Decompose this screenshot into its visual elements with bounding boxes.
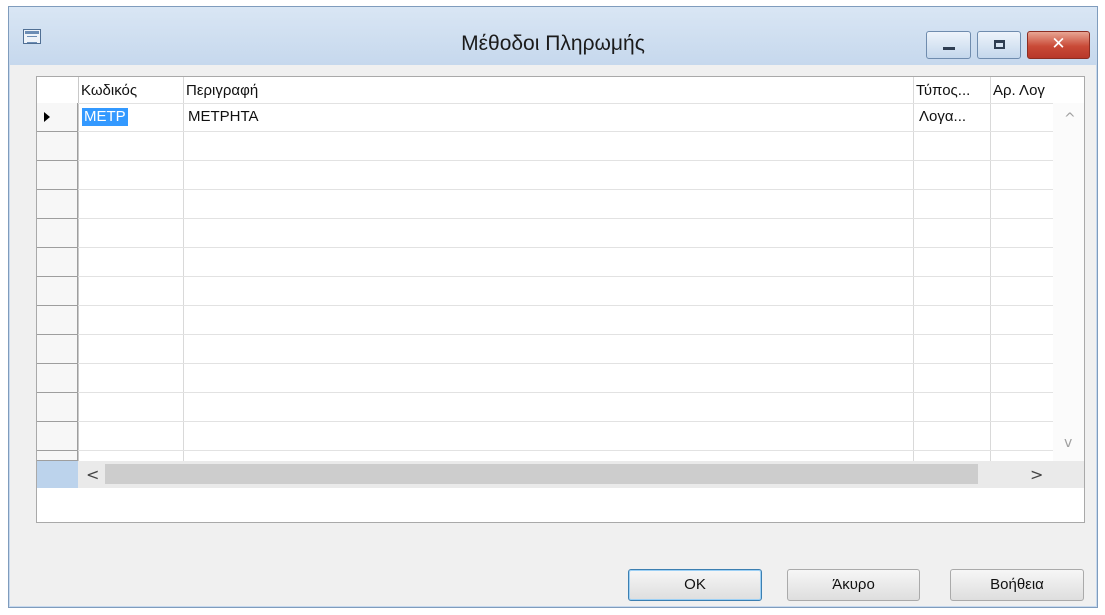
row-divider	[78, 131, 1053, 132]
row-divider	[78, 363, 1053, 364]
column-header-account[interactable]: Αρ. Λογ	[993, 77, 1053, 103]
title-bar[interactable]: Μέθοδοι Πληρωμής ✕	[9, 7, 1097, 65]
row-selector[interactable]	[37, 248, 78, 277]
row-divider	[78, 276, 1053, 277]
row-selector[interactable]	[37, 335, 78, 364]
row-selector[interactable]	[37, 132, 78, 161]
row-divider	[78, 421, 1053, 422]
maximize-icon	[994, 40, 1005, 49]
ok-button[interactable]: OK	[628, 569, 762, 601]
payment-methods-grid[interactable]: Κωδικός Περιγραφή Τύπος... Αρ. Λογ ΜΕΤΡ …	[36, 76, 1085, 523]
row-selector[interactable]	[37, 161, 78, 190]
row-selector[interactable]	[37, 306, 78, 335]
row-divider	[78, 247, 1053, 248]
close-icon: ✕	[1051, 34, 1066, 54]
current-row-pointer-icon	[44, 112, 50, 122]
vertical-scrollbar[interactable]: ^ v	[1053, 103, 1084, 461]
scroll-up-icon[interactable]: ^	[1064, 111, 1076, 127]
scroll-left-icon[interactable]: <	[86, 465, 99, 484]
row-divider	[78, 189, 1053, 190]
cell-type[interactable]: Λογα...	[919, 108, 966, 126]
cell-description[interactable]: ΜΕΤΡΗΤΑ	[188, 108, 259, 126]
column-divider	[913, 77, 914, 461]
close-button[interactable]: ✕	[1027, 31, 1090, 59]
row-selector[interactable]	[37, 219, 78, 248]
cell-code[interactable]: ΜΕΤΡ	[82, 108, 128, 126]
row-divider	[78, 103, 1053, 104]
horizontal-scrollbar[interactable]: < >	[78, 461, 1084, 488]
row-selector[interactable]	[37, 422, 78, 451]
minimize-icon	[943, 47, 955, 50]
grid-corner	[37, 461, 78, 488]
maximize-button[interactable]	[977, 31, 1021, 59]
row-selector[interactable]	[37, 277, 78, 306]
row-divider	[78, 334, 1053, 335]
dialog-window: Μέθοδοι Πληρωμής ✕ Κωδικός Περιγραφή Τύπ…	[8, 6, 1098, 608]
row-divider	[78, 160, 1053, 161]
dialog-body: Κωδικός Περιγραφή Τύπος... Αρ. Λογ ΜΕΤΡ …	[10, 65, 1096, 606]
column-header-type[interactable]: Τύπος...	[916, 77, 988, 103]
cancel-button[interactable]: Άκυρο	[787, 569, 920, 601]
scroll-right-icon[interactable]: >	[1030, 465, 1043, 484]
row-selector[interactable]	[37, 190, 78, 219]
row-divider	[78, 450, 1053, 451]
minimize-button[interactable]	[926, 31, 971, 59]
row-selector[interactable]	[37, 451, 78, 461]
scroll-down-icon[interactable]: v	[1064, 435, 1072, 451]
row-divider	[78, 305, 1053, 306]
help-button[interactable]: Βοήθεια	[950, 569, 1084, 601]
column-divider	[183, 77, 184, 461]
row-divider	[78, 218, 1053, 219]
row-selector[interactable]	[37, 103, 78, 132]
row-divider	[78, 392, 1053, 393]
column-divider	[78, 77, 79, 461]
row-selector[interactable]	[37, 393, 78, 422]
column-divider	[990, 77, 991, 461]
row-selector[interactable]	[37, 364, 78, 393]
horizontal-scroll-thumb[interactable]	[105, 464, 978, 484]
column-header-code[interactable]: Κωδικός	[81, 77, 181, 103]
column-header-description[interactable]: Περιγραφή	[186, 77, 886, 103]
